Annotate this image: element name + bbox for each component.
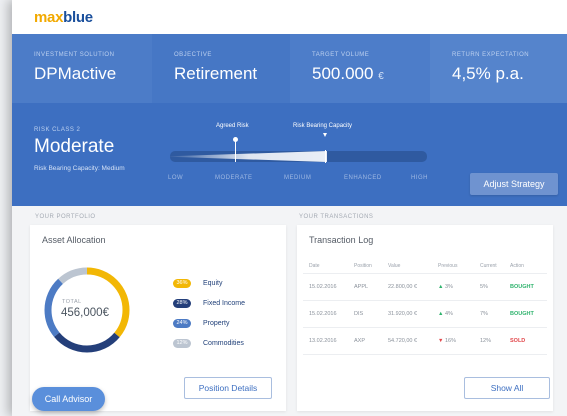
objective-tile: OBJECTIVE Retirement [152,34,290,103]
tile-value: Retirement [174,64,258,83]
scale-medium: MEDIUM [284,175,312,181]
portfolio-section-label: YOUR PORTFOLIO [35,214,96,220]
legend-percent: 36% [173,279,191,288]
risk-capacity-pointer-icon [323,133,327,137]
asset-allocation-card: Asset Allocation TOTAL 456,000€ 36% Equi… [30,225,286,411]
column-header-current: Current [480,263,497,269]
tile-value: 500.000 € [312,64,384,83]
agreed-risk-label: Agreed Risk [216,123,249,129]
table-row[interactable]: 15.02.2016 APPL 22.800,00 € ▲ 3% 5% BOUG… [297,274,553,300]
tile-label: INVESTMENT SOLUTION [34,52,115,58]
column-header-previous: Previous [438,263,458,269]
risk-class-label: RISK CLASS 2 [34,127,81,133]
column-header-action: Action [510,263,524,269]
legend-name: Fixed Income [203,300,246,307]
column-header-value: Value [388,263,401,269]
risk-capacity-label: Risk Bearing Capacity [293,123,353,129]
tile-label: RETURN EXPECTATION [452,52,530,58]
legend-percent: 28% [173,299,191,308]
column-header-position: Position [354,263,372,269]
tile-value: DPMactive [34,64,117,83]
scale-low: LOW [168,175,184,181]
scale-moderate: MODERATE [215,175,253,181]
call-advisor-button[interactable]: Call Advisor [32,387,105,411]
maxblue-logo[interactable]: maxblue [34,9,93,26]
table-row[interactable]: 13.02.2016 AXP 54.720,00 € ▼ 16% 12% SOL… [297,328,553,354]
transactions-section-label: YOUR TRANSACTIONS [299,214,374,220]
donut-total-value: 456,000€ [61,307,109,319]
tile-label: OBJECTIVE [174,52,212,58]
scale-enhanced: ENHANCED [344,175,382,181]
investment-solution-tile: INVESTMENT SOLUTION DPMactive [12,34,152,103]
legend-name: Property [203,320,230,327]
legend-percent: 12% [173,339,191,348]
strategy-hero: INVESTMENT SOLUTION DPMactive OBJECTIVE … [12,34,567,206]
table-row[interactable]: 15.02.2016 DIS 31.920,00 € ▲ 4% 7% BOUGH… [297,301,553,327]
legend-name: Equity [203,280,223,287]
agreed-risk-handle[interactable] [233,137,238,142]
return-expectation-tile: RETURN EXPECTATION 4,5% p.a. [430,34,567,103]
risk-capacity-subtext: Risk Bearing Capacity: Medium [34,165,125,172]
target-volume-tile: TARGET VOLUME 500.000 € [290,34,430,103]
risk-slider-track[interactable] [170,151,427,162]
tile-value: 4,5% p.a. [452,64,524,83]
agreed-risk-marker[interactable] [235,139,236,162]
legend-percent: 24% [173,319,191,328]
top-bar: maxblue [12,0,567,34]
up-arrow-icon: ▲ [438,284,444,290]
card-title: Asset Allocation [42,235,106,245]
tile-label: TARGET VOLUME [312,52,370,58]
risk-class-value: Moderate [34,136,115,157]
adjust-strategy-button[interactable]: Adjust Strategy [470,173,558,195]
donut-total-label: TOTAL [62,299,82,305]
up-arrow-icon: ▲ [438,311,444,317]
position-details-button[interactable]: Position Details [184,377,272,399]
app-frame: maxblue INVESTMENT SOLUTION DPMactive OB… [12,0,567,416]
card-title: Transaction Log [309,235,374,245]
risk-capacity-marker [325,150,326,163]
column-header-date: Date [309,263,320,269]
show-all-button[interactable]: Show All [464,377,550,399]
scale-high: HIGH [411,175,428,181]
legend-name: Commodities [203,340,244,347]
transaction-log-card: Transaction Log Date Position Value Prev… [297,225,553,411]
down-arrow-icon: ▼ [438,338,444,344]
